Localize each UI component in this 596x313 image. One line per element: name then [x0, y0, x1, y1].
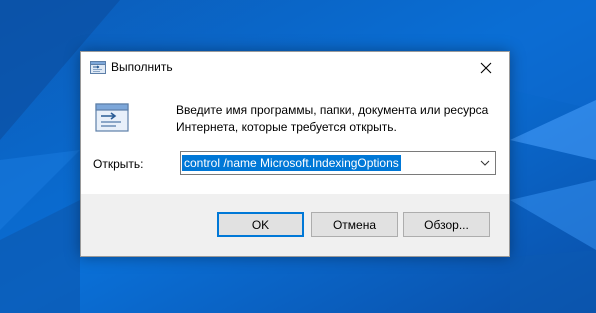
dialog-footer: OK Отмена Обзор... [81, 194, 509, 256]
chevron-down-icon [480, 160, 490, 166]
dialog-body: Введите имя программы, папки, документа … [81, 83, 509, 195]
close-icon [480, 62, 492, 73]
open-input[interactable]: control /name Microsoft.IndexingOptions [182, 155, 401, 171]
ok-button[interactable]: OK [217, 212, 304, 237]
close-button[interactable] [463, 52, 509, 83]
dialog-description: Введите имя программы, папки, документа … [176, 102, 496, 136]
open-combobox[interactable]: control /name Microsoft.IndexingOptions [180, 151, 496, 175]
run-icon [95, 103, 129, 132]
cancel-button[interactable]: Отмена [311, 212, 398, 237]
title-bar[interactable]: Выполнить [81, 52, 509, 83]
run-dialog: Выполнить Введите имя программы, папки, … [80, 51, 510, 257]
open-label: Открыть: [93, 157, 144, 171]
dialog-title: Выполнить [111, 60, 173, 74]
run-icon [90, 61, 106, 74]
browse-button[interactable]: Обзор... [403, 212, 490, 237]
description-line: Введите имя программы, папки, документа … [176, 103, 489, 117]
description-line: Интернета, которые требуется открыть. [176, 120, 397, 134]
combobox-dropdown-button[interactable] [475, 152, 495, 174]
